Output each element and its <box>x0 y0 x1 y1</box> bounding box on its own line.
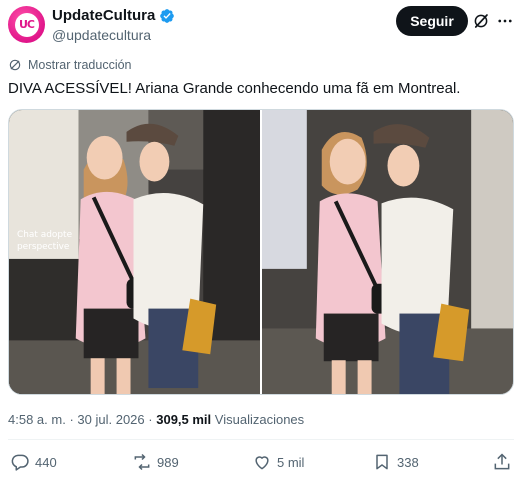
reply-button[interactable]: 440 <box>10 452 57 472</box>
photo-right-image <box>262 110 513 394</box>
verified-badge-icon <box>160 9 175 23</box>
sign-text: Chat adopte <box>17 230 73 240</box>
post-header: UC UpdateCultura @updatecultura Seguir <box>8 6 514 46</box>
author-display-name[interactable]: UpdateCultura <box>52 7 155 25</box>
share-button[interactable] <box>492 452 512 472</box>
post-meta: 4:58 a. m. · 30 jul. 2026 · 309,5 mil Vi… <box>8 412 304 427</box>
avatar[interactable]: UC <box>8 6 45 43</box>
avatar-logo-ring: UC <box>14 12 39 37</box>
post-media: Chat adopte perspective <box>8 109 514 395</box>
repost-button[interactable]: 989 <box>132 452 179 472</box>
meta-separator-2: · <box>148 412 153 427</box>
post-date[interactable]: 30 jul. 2026 <box>77 412 144 427</box>
author-name-row[interactable]: UpdateCultura <box>52 7 175 25</box>
repost-count: 989 <box>157 454 179 470</box>
like-count: 5 mil <box>277 454 305 470</box>
post-text: DIVA ACESSÍVEL! Ariana Grande conhecendo… <box>8 80 461 97</box>
bookmark-count: 338 <box>397 454 419 470</box>
views-count: 309,5 mil <box>156 412 212 427</box>
views-label: Visualizaciones <box>214 412 305 427</box>
post-time[interactable]: 4:58 a. m. <box>8 412 66 427</box>
author-handle[interactable]: @updatecultura <box>52 26 175 44</box>
reply-icon <box>11 454 29 471</box>
translate-icon <box>9 59 21 71</box>
repost-icon <box>134 453 150 471</box>
photo-left-image: Chat adopte perspective <box>9 110 260 394</box>
like-icon <box>255 456 269 470</box>
like-button[interactable]: 5 mil <box>252 452 304 472</box>
avatar-logo: UC <box>18 18 35 31</box>
photo-right[interactable] <box>262 110 513 394</box>
more-icon[interactable] <box>496 12 514 30</box>
bookmark-button[interactable]: 338 <box>372 452 419 472</box>
divider <box>8 439 514 440</box>
grok-icon[interactable] <box>472 12 490 30</box>
author-block: UpdateCultura @updatecultura <box>52 7 175 44</box>
follow-button[interactable]: Seguir <box>396 6 468 36</box>
share-icon <box>494 453 510 470</box>
action-bar: 440 989 5 mil 338 <box>8 452 514 478</box>
show-translation-link[interactable]: Mostrar traducción <box>8 58 132 72</box>
photo-left[interactable]: Chat adopte perspective <box>9 110 260 394</box>
bookmark-icon <box>376 454 388 470</box>
reply-count: 440 <box>35 454 57 470</box>
meta-separator: · <box>69 412 74 427</box>
show-translation-label[interactable]: Mostrar traducción <box>28 58 132 72</box>
sign-text-2: perspective <box>17 242 70 252</box>
